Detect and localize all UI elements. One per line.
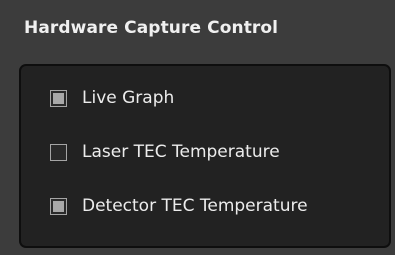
live-graph-label[interactable]: Live Graph	[82, 88, 174, 108]
live-graph-option[interactable]: Live Graph	[50, 88, 174, 108]
panel-title: Hardware Capture Control	[24, 18, 279, 38]
capture-options-group: Live Graph Laser TEC Temperature Detecto…	[19, 64, 391, 248]
checkbox-partial-fill-icon	[53, 92, 64, 104]
detector-tec-temperature-checkbox[interactable]	[50, 197, 67, 215]
laser-tec-temperature-label[interactable]: Laser TEC Temperature	[82, 142, 280, 162]
laser-tec-temperature-checkbox[interactable]	[50, 143, 67, 161]
checkbox-partial-fill-icon	[53, 200, 64, 212]
detector-tec-temperature-option[interactable]: Detector TEC Temperature	[50, 196, 308, 216]
laser-tec-temperature-option[interactable]: Laser TEC Temperature	[50, 142, 280, 162]
live-graph-checkbox[interactable]	[50, 89, 67, 107]
detector-tec-temperature-label[interactable]: Detector TEC Temperature	[82, 196, 308, 216]
